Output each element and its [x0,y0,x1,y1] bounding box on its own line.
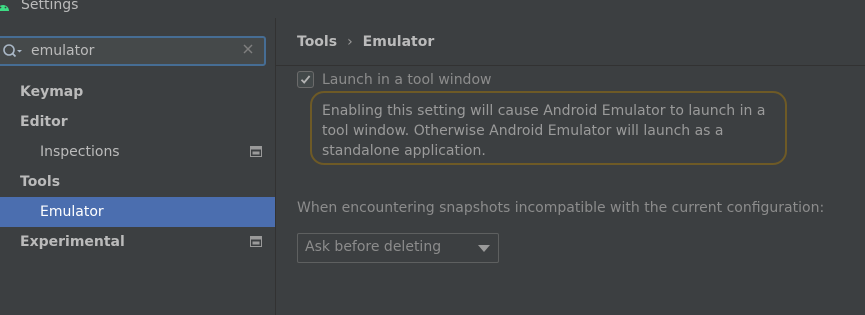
chevron-down-icon [478,245,490,252]
breadcrumb: Tools › Emulator [297,34,434,50]
sidebar-item-label: Inspections [40,144,120,160]
search-match-tooltip: Enabling this setting will cause Android… [310,91,787,165]
search-box[interactable] [0,36,266,66]
project-settings-icon [250,236,262,247]
snapshot-policy-dropdown[interactable]: Ask before deleting [297,233,499,263]
sidebar-item-keymap[interactable]: Keymap [0,77,275,107]
sidebar-item-label: Emulator [40,204,104,220]
settings-sidebar: Keymap Editor Inspections Tools Emulator [0,18,275,315]
sidebar-item-inspections[interactable]: Inspections [0,137,275,167]
search-icon[interactable] [1,43,23,59]
snapshot-policy-label: When encountering snapshots incompatible… [297,200,825,216]
launch-in-tool-window-checkbox[interactable] [297,71,314,88]
project-settings-icon [250,146,262,157]
search-input[interactable] [31,41,231,61]
title-bar: Settings [0,0,865,18]
settings-window: Settings Keymap Editor Inspections [0,0,865,315]
sidebar-item-label: Keymap [20,84,84,100]
android-icon [0,5,9,11]
sidebar-item-label: Tools [20,174,61,190]
settings-tree: Keymap Editor Inspections Tools Emulator [0,77,275,257]
window-title: Settings [21,0,79,13]
header-divider [276,65,865,66]
breadcrumb-current: Emulator [362,34,435,50]
sidebar-item-emulator[interactable]: Emulator [0,197,275,227]
sidebar-item-tools[interactable]: Tools [0,167,275,197]
breadcrumb-separator-icon: › [347,34,353,50]
sidebar-item-label: Editor [20,114,68,130]
checkmark-icon [300,75,311,84]
clear-search-icon[interactable] [242,43,254,55]
launch-in-tool-window-label[interactable]: Launch in a tool window [322,72,491,88]
settings-content: Tools › Emulator Launch in a tool window E… [276,18,865,315]
sidebar-item-label: Experimental [20,234,125,250]
sidebar-item-experimental[interactable]: Experimental [0,227,275,257]
snapshot-policy-value: Ask before deleting [305,239,442,255]
breadcrumb-parent[interactable]: Tools [297,34,337,50]
sidebar-item-editor[interactable]: Editor [0,107,275,137]
